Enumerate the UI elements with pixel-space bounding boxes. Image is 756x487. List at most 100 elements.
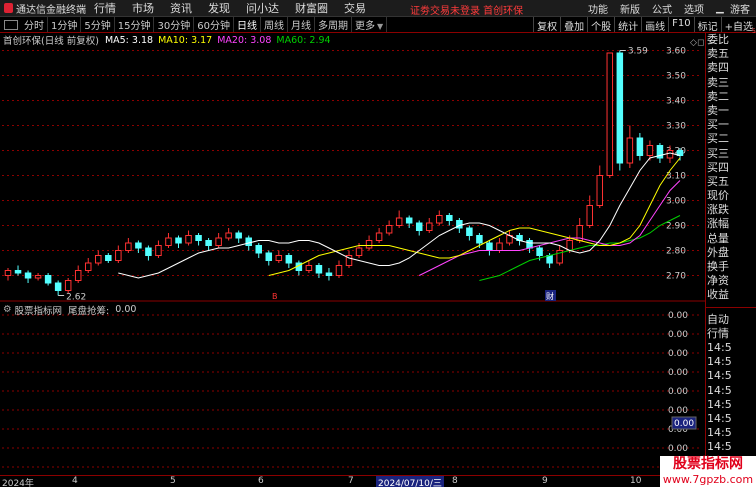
candle-body: [415, 222, 423, 231]
indicator-tick-label: 0.00: [668, 330, 688, 340]
period-tab-15min[interactable]: 15分钟: [115, 17, 155, 32]
period-tab-multi[interactable]: 多周期: [315, 17, 352, 32]
menu-item-formula[interactable]: 公式: [646, 1, 678, 16]
stock-title[interactable]: 首创环保(日线 前复权): [3, 33, 99, 47]
candle-body: [34, 275, 42, 279]
panel-label: 卖一: [707, 103, 729, 117]
tick-times: 14:5 14:5 14:5 14:5 14:5 14:5 14:5 14:5: [706, 341, 756, 455]
kline-chart[interactable]: 3.603.503.403.303.203.103.002.902.802.70…: [0, 33, 705, 475]
panel-label: 委比: [707, 33, 729, 46]
candle-body: [14, 270, 22, 274]
chart-tools: 复权 叠加 个股 统计 画线 F10 标记 +自选: [533, 17, 756, 33]
period-tab-1min[interactable]: 1分钟: [48, 17, 82, 32]
auto-quote-labels: 自动 行情: [706, 313, 756, 341]
indicator-tick-label: 0.00: [668, 406, 688, 416]
candle-body: [496, 242, 503, 251]
login-notice[interactable]: 证劵交易未登录 首创环保: [410, 2, 523, 17]
ma-legend: 首创环保(日线 前复权) MA5: 3.18 MA10: 3.17 MA20: …: [0, 33, 336, 48]
menu-item-news[interactable]: 资讯: [162, 0, 200, 16]
candle-body: [546, 255, 553, 264]
price-tick-label: 3.10: [666, 172, 686, 182]
tool-overlay[interactable]: 叠加: [560, 17, 587, 33]
menu-item-discover[interactable]: 发现: [200, 0, 238, 16]
candle-body: [195, 235, 202, 241]
tick-time: 14:5: [707, 340, 732, 354]
price-tick-label: 3.40: [666, 97, 686, 107]
menu-item-market[interactable]: 市场: [124, 0, 162, 16]
period-tab-weekly[interactable]: 周线: [261, 17, 288, 32]
period-tab-daily[interactable]: 日线: [234, 17, 261, 32]
candle-body: [365, 240, 373, 249]
candle-body: [285, 255, 293, 264]
ma60-label: MA60: 2.94: [276, 34, 331, 46]
menu-item-new-version[interactable]: 新版: [614, 1, 646, 16]
gear-icon[interactable]: ⚙: [3, 304, 12, 315]
tool-adjust[interactable]: 复权: [533, 17, 560, 33]
app-name: 通达信金融终端: [16, 4, 86, 16]
minimize-icon[interactable]: ▁: [710, 3, 724, 14]
candle-body: [646, 145, 654, 156]
indicator-tick-label: 0.00: [668, 349, 688, 359]
menu-item-options[interactable]: 选项: [678, 1, 710, 16]
panel-label[interactable]: 自动: [706, 313, 756, 327]
panel-label[interactable]: 行情: [706, 327, 756, 341]
guest-label[interactable]: 游客: [724, 1, 756, 16]
panel-label: 卖三: [707, 75, 729, 89]
tool-stats[interactable]: 统计: [614, 17, 641, 33]
chart-expand-icon: ◻: [697, 38, 704, 48]
candle-body: [115, 250, 122, 261]
candle-body: [446, 215, 453, 221]
panel-top-value: 500: [752, 28, 756, 35]
date-axis: 2024年 4 5 6 7 2024/07/10/三 8 9 10: [0, 475, 705, 487]
dropdown-arrow-icon: ▼: [376, 22, 384, 31]
menu-bar: 通达信金融终端 行情 市场 资讯 发现 问小达 财富圈 交易 证劵交易未登录 首…: [0, 0, 756, 17]
date-tick-label: 4: [72, 476, 78, 486]
tool-f10[interactable]: F10: [668, 17, 693, 32]
date-tick-label: 7: [348, 476, 354, 486]
period-tab-intraday[interactable]: 分时: [21, 17, 48, 32]
indicator-name[interactable]: 股票指标网: [15, 303, 63, 317]
period-tab-monthly[interactable]: 月线: [288, 17, 315, 32]
price-tick-label: 3.60: [666, 47, 686, 57]
menu-item-function[interactable]: 功能: [582, 1, 614, 16]
candle-body: [385, 225, 393, 234]
low-price-label: 2.62: [66, 293, 86, 303]
candle-body: [486, 242, 493, 251]
panel-label: 净资: [707, 274, 729, 288]
candle-body: [84, 262, 92, 271]
candle-body: [666, 150, 674, 159]
tool-mark[interactable]: 标记: [693, 17, 721, 33]
panel-label: 买一: [707, 118, 729, 132]
layout-toggle-icon[interactable]: [4, 19, 18, 30]
candle-body: [335, 265, 343, 276]
menu-item-ask[interactable]: 问小达: [238, 0, 287, 16]
event-marker: B: [272, 292, 278, 301]
indicator-header: ⚙ 股票指标网 尾盘抢筹: 0.00: [0, 303, 136, 317]
price-tick-label: 2.90: [666, 222, 686, 232]
period-tab-60min[interactable]: 60分钟: [194, 17, 234, 32]
tool-draw[interactable]: 画线: [641, 17, 668, 33]
menu-item-wealth[interactable]: 财富圈: [287, 0, 336, 16]
candle-body: [4, 270, 12, 276]
period-tab-5min[interactable]: 5分钟: [81, 17, 115, 32]
candle-body: [175, 237, 182, 244]
tick-time: 14:5: [707, 426, 732, 440]
period-tab-more[interactable]: 更多 ▼: [352, 17, 388, 32]
app-logo[interactable]: 通达信金融终端: [0, 1, 86, 16]
period-tab-30min[interactable]: 30分钟: [154, 17, 195, 32]
tool-stock[interactable]: 个股: [587, 17, 614, 33]
tool-add-watchlist[interactable]: +自选: [720, 17, 756, 33]
menu-item-trade[interactable]: 交易: [336, 0, 374, 16]
candle-body: [626, 137, 634, 164]
right-menu: 功能 新版 公式 选项 ▁ 游客: [582, 0, 756, 17]
price-tick-label: 3.00: [666, 197, 686, 207]
panel-label: 收益: [707, 288, 729, 302]
candle-body: [265, 252, 273, 261]
candle-body: [24, 272, 32, 279]
tick-time: 14:5: [707, 383, 732, 397]
indicator-tick-label: 0.00: [668, 311, 688, 321]
candle-body: [315, 265, 323, 274]
menu-item-quotes[interactable]: 行情: [86, 0, 124, 16]
panel-label: 卖五: [707, 47, 729, 61]
tick-time: 14:5: [707, 369, 732, 383]
